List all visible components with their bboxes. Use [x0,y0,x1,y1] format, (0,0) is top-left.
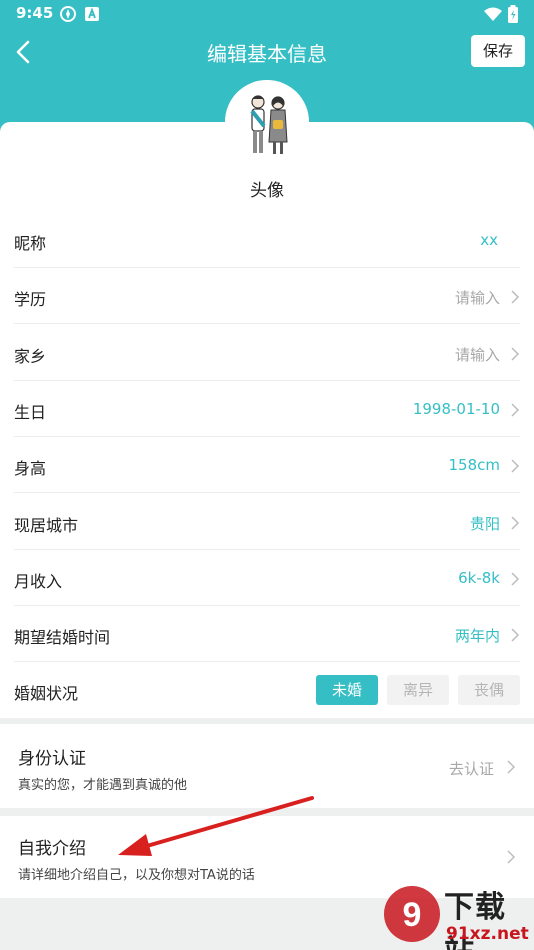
field-value: 请输入 [454,346,500,364]
chevron-right-icon [511,403,520,417]
field-value: 请输入 [454,289,500,307]
battery-icon [508,5,518,23]
field-value: 1998-01-10 [412,400,500,418]
watermark-site: 91xz.net [446,924,529,944]
field-row-birthday[interactable]: 生日 1998-01-10 [14,381,520,437]
field-label: 学历 [14,290,47,309]
chevron-right-icon [511,572,520,586]
chevron-right-icon [511,516,520,530]
field-row-marriage-time[interactable]: 期望结婚时间 两年内 [14,606,520,662]
marital-option-unmarried[interactable]: 未婚 [316,675,378,705]
avatar-couple-illustration [225,80,309,164]
field-row-income[interactable]: 月收入 6k-8k [14,550,520,606]
field-row-city[interactable]: 现居城市 贵阳 [14,494,520,550]
section-title: 身份认证 [18,749,86,769]
status-time: 9:45 [16,4,54,22]
field-row-hometown[interactable]: 家乡 请输入 [14,325,520,381]
field-row-nickname[interactable]: 昵称 xx [14,212,520,268]
field-value: xx [480,231,498,249]
watermark-logo-text: 9 [403,896,422,934]
section-subtitle: 请详细地介绍自己，以及你想对TA说的话 [18,868,255,883]
field-label: 月收入 [14,572,63,591]
field-label: 身高 [14,459,47,478]
section-subtitle: 真实的您，才能遇到真诚的他 [18,778,188,793]
field-value: 6k-8k [458,569,500,587]
app-notification-icon [85,7,99,21]
watermark-logo: 9 [384,886,440,942]
field-value: 158cm [448,456,501,474]
page-title: 编辑基本信息 [207,42,327,66]
marital-option-divorced[interactable]: 离异 [387,675,449,705]
watermark: 9 下载站 91xz.net [380,880,534,950]
avatar[interactable] [225,80,309,164]
chevron-right-icon [511,347,520,361]
wifi-icon [484,7,502,21]
title-bar: 编辑基本信息 保存 [0,30,534,74]
marital-option-widowed[interactable]: 丧偶 [458,675,520,705]
field-label: 期望结婚时间 [14,628,111,647]
chevron-right-icon [507,760,516,774]
verify-link[interactable]: 去认证 [449,758,494,779]
field-row-height[interactable]: 身高 158cm [14,437,520,493]
field-row-education[interactable]: 学历 请输入 [14,268,520,324]
identity-verification-section[interactable]: 身份认证 真实的您，才能遇到真诚的他 去认证 [0,724,534,808]
field-value: 两年内 [454,627,500,645]
field-label: 现居城市 [14,516,79,535]
field-label: 生日 [14,403,47,422]
field-value: 贵阳 [469,515,500,533]
field-label: 婚姻状况 [14,684,79,703]
status-bar: 9:45 [0,0,534,28]
avatar-label: 头像 [250,181,284,201]
section-title: 自我介绍 [18,839,86,859]
chevron-right-icon [511,459,520,473]
chevron-right-icon [511,628,520,642]
field-row-marital-status: 婚姻状况 未婚 离异 丧偶 [14,662,520,718]
chevron-right-icon [507,850,516,864]
chevron-right-icon [511,290,520,304]
field-label: 昵称 [14,234,47,253]
notification-icon [60,6,76,22]
field-label: 家乡 [14,347,47,366]
save-button[interactable]: 保存 [471,35,525,67]
